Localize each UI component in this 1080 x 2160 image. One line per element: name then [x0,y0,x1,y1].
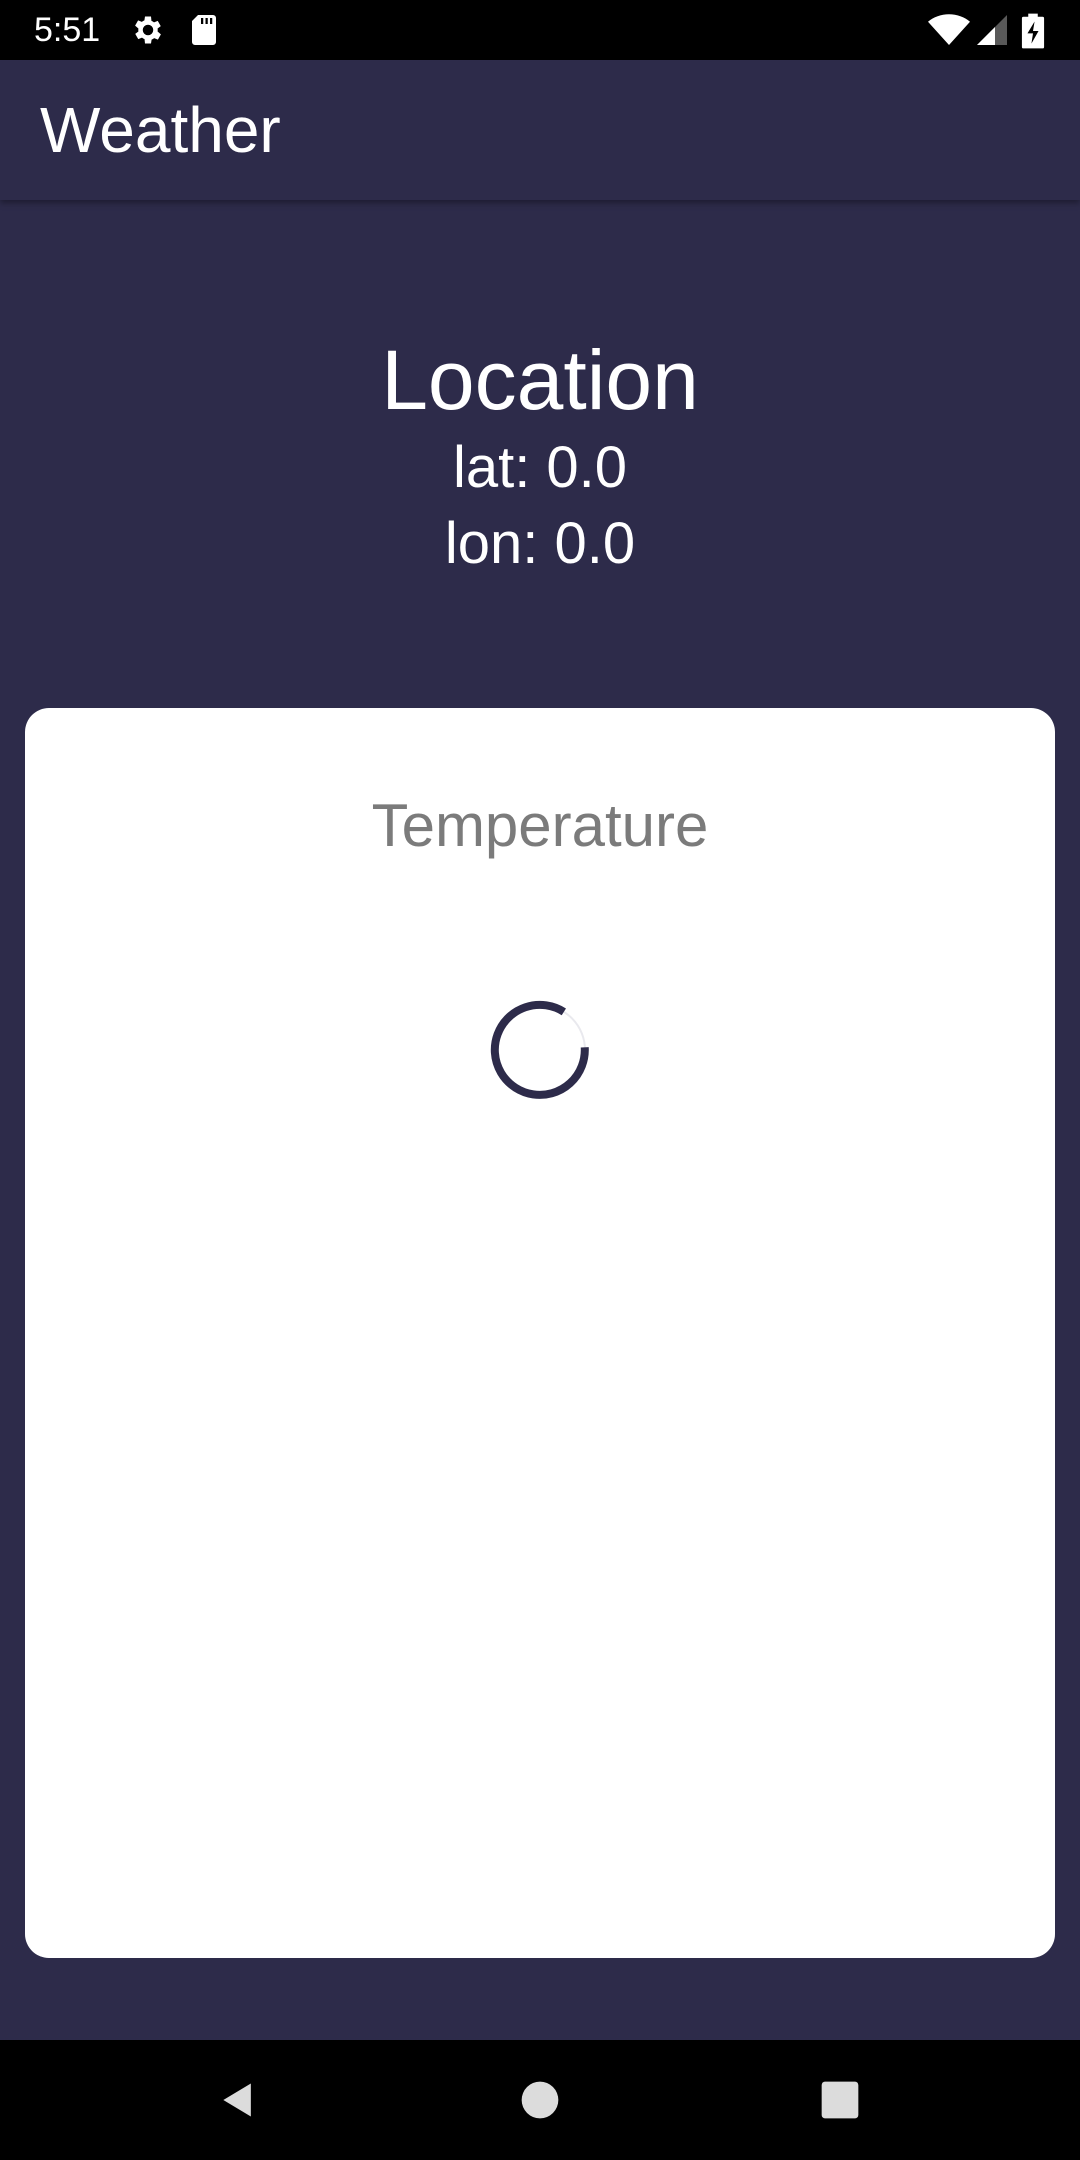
app-bar: Weather [0,60,1080,200]
temperature-card: Temperature [25,708,1055,1958]
temperature-title: Temperature [371,792,709,859]
location-section: Location lat: 0.0 lon: 0.0 [0,330,1080,582]
recents-icon[interactable] [780,2040,900,2160]
back-icon[interactable] [178,2040,298,2160]
battery-icon [1018,12,1048,49]
location-title: Location [381,333,699,427]
longitude-text: lon: 0.0 [444,511,636,576]
screen: 5:51 Weather Location lat: 0.0 lon: 0.0 … [0,0,1080,2160]
wifi-icon [928,12,970,48]
sd-card-icon [186,12,222,48]
status-bar: 5:51 [0,0,1080,60]
latitude-text: lat: 0.0 [452,435,628,500]
home-icon[interactable] [480,2040,600,2160]
gear-icon [130,12,166,48]
app-title: Weather [40,94,281,166]
navigation-bar [0,2040,1080,2160]
status-time: 5:51 [34,11,101,49]
signal-icon [974,12,1010,48]
spinner-icon [490,1000,590,1100]
